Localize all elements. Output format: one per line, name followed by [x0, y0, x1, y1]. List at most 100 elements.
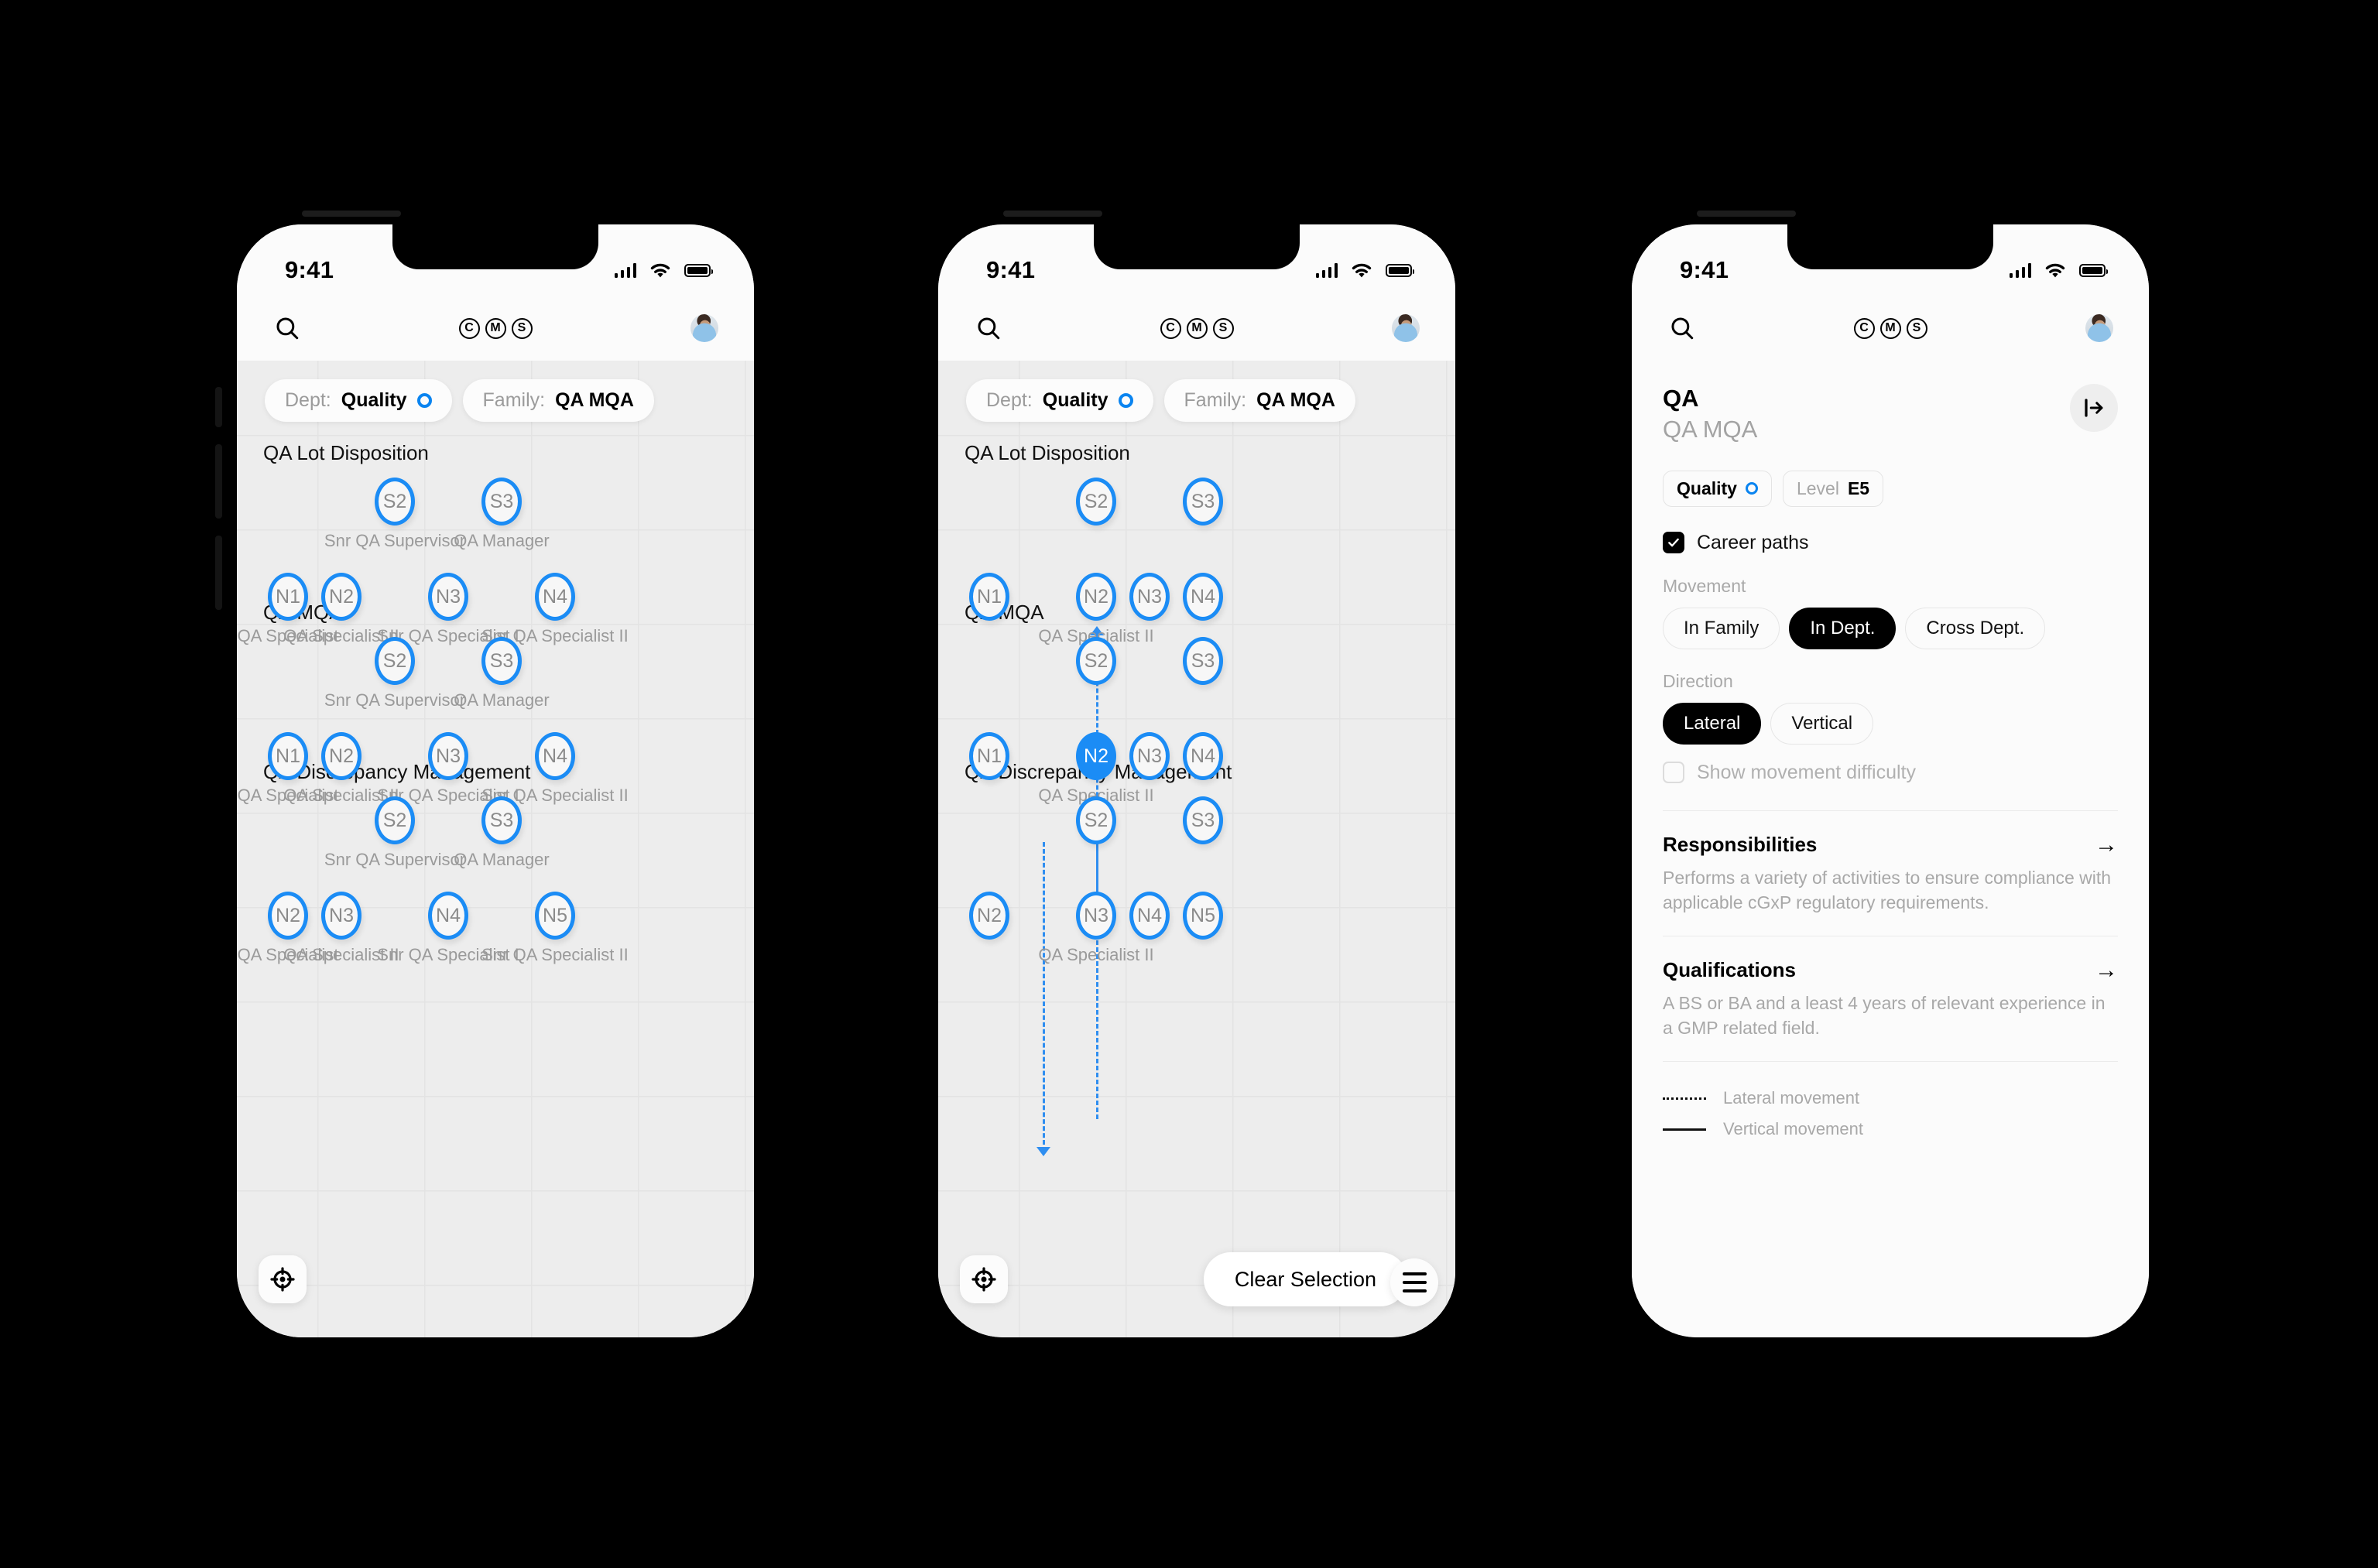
responsibilities-body: Performs a variety of activities to ensu…: [1663, 868, 2112, 912]
recenter-button[interactable]: [259, 1255, 307, 1303]
node-code: S2: [1076, 796, 1116, 844]
node-code: N4: [535, 573, 575, 621]
node-code: S3: [1183, 478, 1223, 526]
status-time: 9:41: [1680, 256, 1729, 283]
phone-screen-overview: 9:41 C M S Dept: Quality Family: QA MQA …: [237, 224, 754, 1337]
filter-chip-family[interactable]: Family: QA MQA: [1163, 379, 1355, 422]
wifi-icon: [650, 263, 670, 278]
wifi-icon: [1352, 263, 1372, 278]
movement-option-in-family[interactable]: In Family: [1663, 607, 1780, 649]
node-code: N4: [1183, 573, 1223, 621]
node-code: N2: [1076, 732, 1116, 780]
filter-chip-dept[interactable]: Dept: Quality: [966, 379, 1153, 422]
search-icon[interactable]: [975, 315, 1002, 341]
movement-option-cross-dept[interactable]: Cross Dept.: [1905, 607, 2046, 649]
clear-selection-label: Clear Selection: [1234, 1267, 1376, 1291]
search-icon[interactable]: [1669, 315, 1695, 341]
lateral-path-arrow-down-secondary: [1037, 1147, 1050, 1156]
avatar[interactable]: [690, 314, 718, 342]
node-code: N3: [321, 892, 361, 940]
movement-segmented-control: In Family In Dept. Cross Dept.: [1663, 607, 2118, 649]
node-code: S2: [375, 637, 415, 685]
qualifications-body: A BS or BA and a least 4 years of releva…: [1663, 993, 2106, 1039]
node-label: QA Manager: [454, 850, 550, 869]
battery-icon: [1386, 263, 1414, 277]
role-detail-panel: QA QA MQA Quality Level E5 Career paths …: [1632, 361, 2149, 1337]
show-movement-difficulty-label: Show movement difficulty: [1697, 761, 1916, 783]
clear-selection-button[interactable]: Clear Selection: [1203, 1252, 1407, 1306]
recenter-button[interactable]: [960, 1255, 1008, 1303]
phone-notch: [1094, 224, 1300, 269]
family-chip-key: Family:: [1184, 389, 1247, 411]
divider: [1663, 935, 2118, 937]
page-title: QA: [1663, 385, 1699, 412]
logo-letter-m: M: [1186, 317, 1208, 339]
node-label: QA Manager: [454, 531, 550, 550]
node-code: N4: [1183, 732, 1223, 780]
career-paths-toggle[interactable]: Career paths: [1663, 532, 2118, 554]
search-icon[interactable]: [274, 315, 300, 341]
arrow-right-icon: →: [2095, 831, 2118, 858]
logo-letter-m: M: [1879, 317, 1901, 339]
dept-chip-value: Quality: [341, 389, 407, 411]
cms-logo: C M S: [458, 317, 533, 339]
chip-level[interactable]: Level E5: [1782, 470, 1884, 507]
status-time: 9:41: [986, 256, 1036, 283]
avatar[interactable]: [1392, 314, 1420, 342]
responsibilities-heading: Responsibilities: [1663, 833, 1818, 857]
direction-option-lateral[interactable]: Lateral: [1663, 702, 1762, 745]
logo-letter-s: S: [1906, 317, 1927, 339]
movement-group-label: Movement: [1663, 575, 1746, 596]
logo-letter-c: C: [458, 317, 480, 339]
node-code: S2: [1076, 478, 1116, 526]
node-code: N5: [1183, 892, 1223, 940]
divider: [1663, 810, 2118, 812]
phone3-top-speaker: [1697, 211, 1796, 217]
battery-icon: [2079, 263, 2108, 277]
status-icons: [2009, 257, 2108, 283]
section-title-lot-disposition: QA Lot Disposition: [263, 441, 429, 464]
phone-screen-detail: 9:41 C M S QA QA MQA Quality Level E5 Ca…: [1632, 224, 2149, 1337]
movement-option-in-dept[interactable]: In Dept.: [1789, 607, 1897, 649]
career-map-canvas[interactable]: Dept: Quality Family: QA MQA QA Lot Disp…: [237, 361, 754, 1337]
node-code: N4: [1129, 892, 1170, 940]
direction-option-vertical[interactable]: Vertical: [1770, 702, 1874, 745]
node-code: N3: [1076, 892, 1116, 940]
recenter-target-icon: [971, 1267, 996, 1292]
battery-icon: [684, 263, 713, 277]
legend-vertical-label: Vertical movement: [1723, 1119, 1863, 1139]
cellular-bars-icon: [1315, 262, 1338, 278]
blue-ring-icon: [1118, 393, 1133, 408]
node-code: N2: [969, 892, 1009, 940]
chip-department[interactable]: Quality: [1663, 470, 1772, 507]
status-icons: [614, 257, 713, 283]
arrow-right-icon: →: [2095, 957, 2118, 983]
logo-letter-m: M: [485, 317, 506, 339]
legend-item-lateral: Lateral movement: [1663, 1088, 2118, 1108]
blue-ring-icon: [1745, 482, 1758, 495]
phone2-top-speaker: [1003, 211, 1102, 217]
career-map-canvas[interactable]: Dept: Quality Family: QA MQA QA Lot Disp…: [938, 361, 1455, 1337]
avatar[interactable]: [2085, 314, 2113, 342]
show-movement-difficulty-toggle[interactable]: Show movement difficulty: [1663, 762, 2118, 784]
app-bar: C M S: [938, 296, 1455, 361]
dept-chip-value: Quality: [1042, 389, 1108, 411]
legend-item-vertical: Vertical movement: [1663, 1119, 2118, 1139]
section-title-lot-disposition: QA Lot Disposition: [965, 441, 1130, 464]
filter-chips: Dept: Quality Family: QA MQA: [966, 379, 1355, 422]
chip-level-value: E5: [1847, 478, 1870, 498]
dept-chip-key: Dept:: [986, 389, 1033, 411]
filter-chip-family[interactable]: Family: QA MQA: [462, 379, 654, 422]
qualifications-header[interactable]: Qualifications →: [1663, 958, 2118, 982]
dept-chip-key: Dept:: [285, 389, 331, 411]
collapse-panel-button[interactable]: [2070, 384, 2118, 432]
collapse-panel-icon: [2085, 399, 2103, 417]
phone1-side-button-mute: [215, 387, 222, 427]
canvas-menu-button[interactable]: [1390, 1258, 1438, 1306]
logo-letter-c: C: [1853, 317, 1875, 339]
direction-group-label: Direction: [1663, 670, 1733, 691]
responsibilities-header[interactable]: Responsibilities →: [1663, 833, 2118, 857]
screenshot-stage: 9:41 C M S Dept: Quality Family: QA MQA …: [0, 0, 2378, 1568]
node-code: N5: [535, 892, 575, 940]
filter-chip-dept[interactable]: Dept: Quality: [265, 379, 452, 422]
